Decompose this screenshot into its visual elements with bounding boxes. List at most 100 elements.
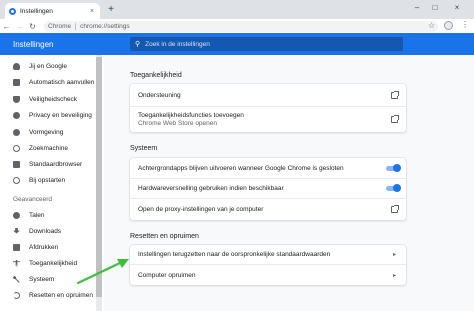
row-label: Ondersteuning <box>138 91 181 99</box>
search-icon: ⚲ <box>135 41 141 48</box>
sidebar-item-you-and-google[interactable]: Jij en Google <box>0 60 96 72</box>
sidebar-item-label: Downloads <box>29 227 62 235</box>
browser-window: Instellingen × + – □ × ← → ↻ Chrome chro… <box>0 0 474 311</box>
restore-icon <box>13 291 20 299</box>
browser-icon <box>13 160 20 168</box>
sidebar-advanced-heading[interactable]: Geavanceerd <box>13 196 52 203</box>
person-icon <box>13 62 20 70</box>
row-label: Toegankelijkheidsfuncties toevoegen <box>138 112 244 119</box>
background-apps-toggle[interactable] <box>386 164 401 172</box>
open-in-new-icon <box>391 205 399 213</box>
sidebar-item-search-engine[interactable]: Zoekmachine <box>0 142 96 154</box>
accessibility-icon <box>13 259 20 267</box>
page-title: Instellingen <box>13 40 54 49</box>
shield-icon <box>13 95 20 103</box>
reload-icon[interactable]: ↻ <box>26 22 39 31</box>
sidebar-item-default-browser[interactable]: Standaardbrowser <box>0 158 96 170</box>
row-restore-defaults[interactable]: Instellingen terugzetten naar de oorspro… <box>130 245 406 264</box>
sidebar-item-autofill[interactable]: Automatisch aanvullen <box>0 76 96 88</box>
security-icon <box>13 111 20 119</box>
sidebar-item-printing[interactable]: Afdrukken <box>0 241 96 253</box>
row-sublabel: Chrome Web Store openen <box>138 120 218 127</box>
tab-close-icon[interactable]: × <box>88 8 96 15</box>
settings-gear-icon <box>9 7 16 15</box>
window-close-button[interactable]: × <box>450 3 464 13</box>
language-icon <box>13 211 20 219</box>
sidebar-scrollbar-thumb[interactable] <box>96 57 102 297</box>
reset-card: Instellingen terugzetten naar de oorspro… <box>130 245 406 285</box>
sidebar-item-system[interactable]: Systeem <box>0 273 96 285</box>
assignment-icon <box>13 78 20 86</box>
sidebar-item-label: Bij opstarten <box>29 176 66 184</box>
sidebar-item-downloads[interactable]: Downloads <box>0 225 96 237</box>
sidebar-item-languages[interactable]: Talen <box>0 209 96 221</box>
row-add-accessibility-features[interactable]: Toegankelijkheidsfuncties toevoegen Chro… <box>130 107 406 132</box>
sidebar-item-label: Afdrukken <box>29 243 59 251</box>
sidebar-item-accessibility[interactable]: Toegankelijkheid <box>0 257 96 269</box>
back-arrow-icon[interactable]: ← <box>0 22 13 31</box>
print-icon <box>13 243 20 251</box>
section-title-accessibility: Toegankelijkheid <box>130 72 182 79</box>
new-tab-button[interactable]: + <box>106 4 116 16</box>
open-in-new-icon <box>391 115 399 123</box>
tab-settings[interactable]: Instellingen × <box>5 3 100 19</box>
sidebar-item-label: Jij en Google <box>29 62 67 70</box>
power-icon <box>13 176 20 184</box>
sidebar-item-privacy[interactable]: Privacy en beveiliging <box>0 109 96 121</box>
row-label: Open de proxy-instellingen van je comput… <box>138 206 264 213</box>
sidebar-item-label: Toegankelijkheid <box>29 259 78 267</box>
accessibility-card: Ondersteuning Toegankelijkheidsfuncties … <box>130 84 406 132</box>
chevron-right-icon: ▸ <box>392 252 396 258</box>
maximize-button[interactable]: □ <box>428 3 442 13</box>
palette-icon <box>13 128 20 136</box>
sidebar-item-label: Automatisch aanvullen <box>29 78 95 86</box>
row-hardware-acceleration[interactable]: Hardwareversnelling gebruiken indien bes… <box>130 179 406 198</box>
row-label: Computer opruimen <box>138 271 196 279</box>
row-label-group: Toegankelijkheidsfuncties toevoegen Chro… <box>138 112 406 127</box>
row-label: Instellingen terugzetten naar de oorspro… <box>138 251 331 258</box>
system-card: Achtergrondapps blijven uitvoeren wannee… <box>130 158 406 220</box>
chrome-menu-icon[interactable]: ⋮ <box>461 20 469 29</box>
sidebar-item-label: Resetten en opruimen <box>29 291 93 299</box>
row-label: Achtergrondapps blijven uitvoeren wannee… <box>138 164 344 172</box>
settings-search-box[interactable]: ⚲ <box>130 37 403 51</box>
sidebar-item-label: Talen <box>29 211 45 219</box>
sidebar-item-label: Veiligheidscheck <box>29 95 78 103</box>
settings-main: Toegankelijkheid Ondersteuning Toegankel… <box>104 55 474 311</box>
row-clean-up-computer[interactable]: Computer opruimen ▸ <box>130 265 406 285</box>
section-title-system: Systeem <box>130 145 158 152</box>
hardware-acceleration-toggle[interactable] <box>386 184 401 192</box>
settings-header: Instellingen ⚲ <box>0 33 474 55</box>
tab-title: Instellingen <box>20 7 53 15</box>
section-title-reset: Resetten en opruimen <box>130 233 199 240</box>
chevron-right-icon: ▸ <box>392 273 396 279</box>
row-support[interactable]: Ondersteuning <box>130 84 406 106</box>
omnibox-separator <box>75 22 77 30</box>
search-input[interactable] <box>145 40 386 48</box>
forward-arrow-icon[interactable]: → <box>13 22 26 31</box>
sidebar-item-reset[interactable]: Resetten en opruimen <box>0 289 96 301</box>
sidebar-item-on-startup[interactable]: Bij opstarten <box>0 174 96 186</box>
bookmark-star-icon[interactable]: ☆ <box>428 21 435 30</box>
site-chrome-label: Chrome <box>48 22 72 30</box>
profile-avatar[interactable] <box>444 21 453 30</box>
download-icon <box>13 227 20 234</box>
minimize-button[interactable]: – <box>410 3 424 13</box>
sidebar-item-label: Standaardbrowser <box>29 160 83 168</box>
open-in-new-icon <box>391 91 399 99</box>
search-icon <box>13 144 20 152</box>
address-bar[interactable]: Chrome chrome://settings <box>44 20 438 32</box>
row-proxy-settings[interactable]: Open de proxy-instellingen van je comput… <box>130 199 406 220</box>
settings-sidebar: Jij en Google Automatisch aanvullen Veil… <box>0 55 104 311</box>
tab-strip: Instellingen × + – □ × <box>0 0 474 19</box>
browser-toolbar: ← → ↻ Chrome chrome://settings ☆ ⋮ <box>0 19 474 33</box>
url-text[interactable]: chrome://settings <box>80 23 130 30</box>
sidebar-item-label: Zoekmachine <box>29 144 69 152</box>
sidebar-item-label: Privacy en beveiliging <box>29 111 92 119</box>
sidebar-item-label: Vormgeving <box>29 128 64 136</box>
row-background-apps[interactable]: Achtergrondapps blijven uitvoeren wannee… <box>130 158 406 178</box>
sidebar-item-safety-check[interactable]: Veiligheidscheck <box>0 93 96 105</box>
sidebar-item-label: Systeem <box>29 275 55 283</box>
wrench-icon <box>13 275 20 283</box>
sidebar-item-appearance[interactable]: Vormgeving <box>0 126 96 138</box>
